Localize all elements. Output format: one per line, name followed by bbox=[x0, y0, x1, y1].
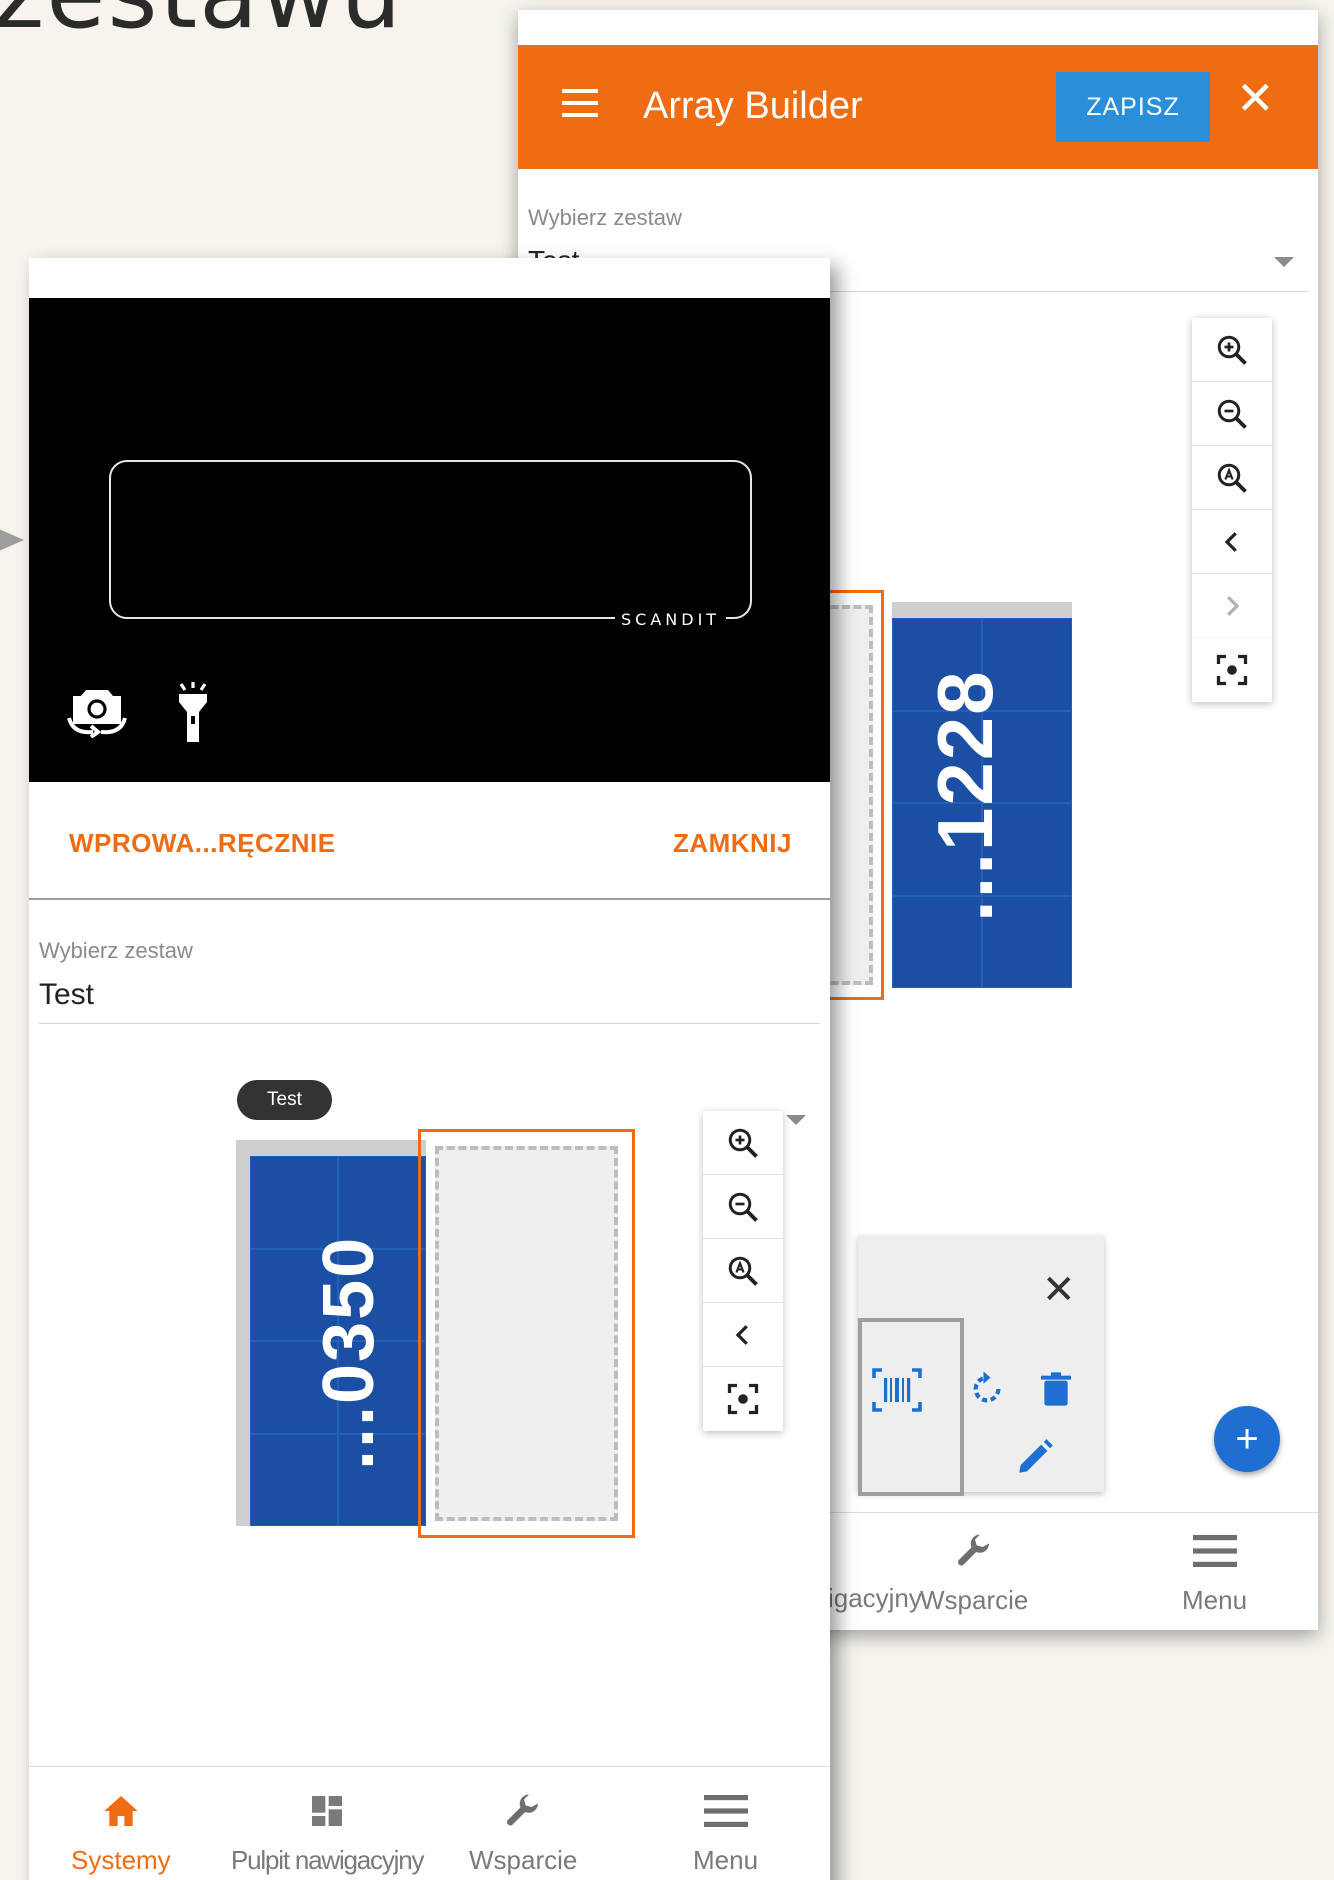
scanner-brand-logo: SCANDIT bbox=[615, 610, 727, 629]
close-sheet-icon[interactable]: ✕ bbox=[1042, 1270, 1076, 1310]
center-focus-icon[interactable] bbox=[1192, 638, 1272, 702]
nav-label-menu: Menu bbox=[693, 1845, 759, 1875]
array-name-chip: Test bbox=[237, 1080, 332, 1120]
barcode-scanner-view: SCANDIT bbox=[29, 298, 830, 782]
menu-icon bbox=[1192, 1525, 1237, 1577]
pointer-arrow bbox=[0, 525, 24, 555]
save-button[interactable]: ZAPISZ bbox=[1056, 72, 1210, 142]
solar-panel-module[interactable]: ...1228 bbox=[892, 602, 1072, 988]
zoom-in-icon[interactable] bbox=[1192, 318, 1272, 382]
app-title: Array Builder bbox=[643, 85, 863, 127]
zoom-controls bbox=[1192, 318, 1272, 702]
nav-label-systems: Systemy bbox=[71, 1845, 171, 1875]
manual-entry-button[interactable]: WPROWA...RĘCZNIE bbox=[69, 828, 336, 859]
hamburger-menu-icon[interactable] bbox=[562, 89, 598, 125]
flashlight-icon[interactable] bbox=[175, 682, 211, 749]
nav-item-systems[interactable]: Systemy bbox=[71, 1785, 171, 1876]
panel-serial-label: ...1228 bbox=[921, 669, 1009, 922]
nav-label-dashboard: Pulpit nawigacyjny bbox=[231, 1845, 424, 1875]
nav-item-support[interactable]: Wsparcie bbox=[920, 1525, 1028, 1616]
zoom-controls bbox=[703, 1111, 783, 1431]
add-module-button[interactable]: + bbox=[1214, 1406, 1280, 1472]
chevron-left-icon[interactable] bbox=[1192, 510, 1272, 574]
front-phone-screen: SCANDIT WPROWA...RĘCZNIE ZAMKNIJ Wybierz… bbox=[29, 258, 830, 1880]
scanner-action-bar: WPROWA...RĘCZNIE ZAMKNIJ bbox=[29, 782, 830, 900]
nav-label-support: Wsparcie bbox=[469, 1845, 578, 1875]
wrench-icon bbox=[954, 1525, 994, 1577]
background-title: zestawu bbox=[0, 0, 403, 50]
camera-switch-icon[interactable] bbox=[65, 682, 129, 743]
chevron-left-icon[interactable] bbox=[703, 1303, 783, 1367]
array-select-label: Wybierz zestaw bbox=[39, 938, 193, 963]
menu-icon bbox=[703, 1785, 748, 1837]
front-bottom-nav: Systemy Pulpit nawigacyjny Wsparcie Menu bbox=[29, 1766, 830, 1880]
solar-panel-module[interactable]: ...0350 bbox=[236, 1140, 426, 1526]
close-scanner-button[interactable]: ZAMKNIJ bbox=[673, 828, 792, 859]
module-action-sheet: ✕ bbox=[858, 1236, 1104, 1496]
zoom-out-icon[interactable] bbox=[1192, 382, 1272, 446]
zoom-in-icon[interactable] bbox=[703, 1111, 783, 1175]
zoom-out-icon[interactable] bbox=[703, 1175, 783, 1239]
nav-label-support: Wsparcie bbox=[920, 1585, 1029, 1615]
dashboard-icon bbox=[307, 1785, 347, 1837]
panel-serial-label: ...0350 bbox=[309, 1235, 389, 1470]
select-underline bbox=[39, 1023, 820, 1024]
edit-pencil-icon[interactable] bbox=[1014, 1436, 1056, 1483]
app-bar: Array Builder ZAPISZ ✕ bbox=[518, 45, 1318, 169]
nav-item-dashboard[interactable]: Pulpit nawigacyjny bbox=[231, 1785, 424, 1876]
array-select-value[interactable]: Test bbox=[39, 978, 94, 1012]
center-focus-icon[interactable] bbox=[703, 1367, 783, 1431]
home-icon bbox=[101, 1785, 141, 1837]
rotate-icon[interactable] bbox=[966, 1368, 1008, 1415]
nav-item-menu[interactable]: Menu bbox=[693, 1785, 758, 1876]
nav-item-support[interactable]: Wsparcie bbox=[469, 1785, 577, 1876]
barcode-scan-icon[interactable] bbox=[870, 1366, 924, 1419]
wrench-icon bbox=[503, 1785, 543, 1837]
dropdown-caret-icon[interactable] bbox=[1274, 257, 1294, 267]
zoom-auto-icon[interactable] bbox=[703, 1239, 783, 1303]
chevron-right-icon[interactable] bbox=[1192, 574, 1272, 638]
zoom-auto-icon[interactable] bbox=[1192, 446, 1272, 510]
delete-icon[interactable] bbox=[1036, 1368, 1076, 1415]
dropdown-caret-icon[interactable] bbox=[786, 1115, 806, 1125]
nav-item-menu[interactable]: Menu bbox=[1182, 1525, 1247, 1616]
nav-label-menu: Menu bbox=[1182, 1585, 1248, 1615]
scan-viewfinder bbox=[109, 460, 752, 619]
close-icon[interactable]: ✕ bbox=[1236, 75, 1275, 121]
array-select-label: Wybierz zestaw bbox=[528, 205, 682, 230]
empty-module-slot[interactable] bbox=[418, 1129, 635, 1538]
